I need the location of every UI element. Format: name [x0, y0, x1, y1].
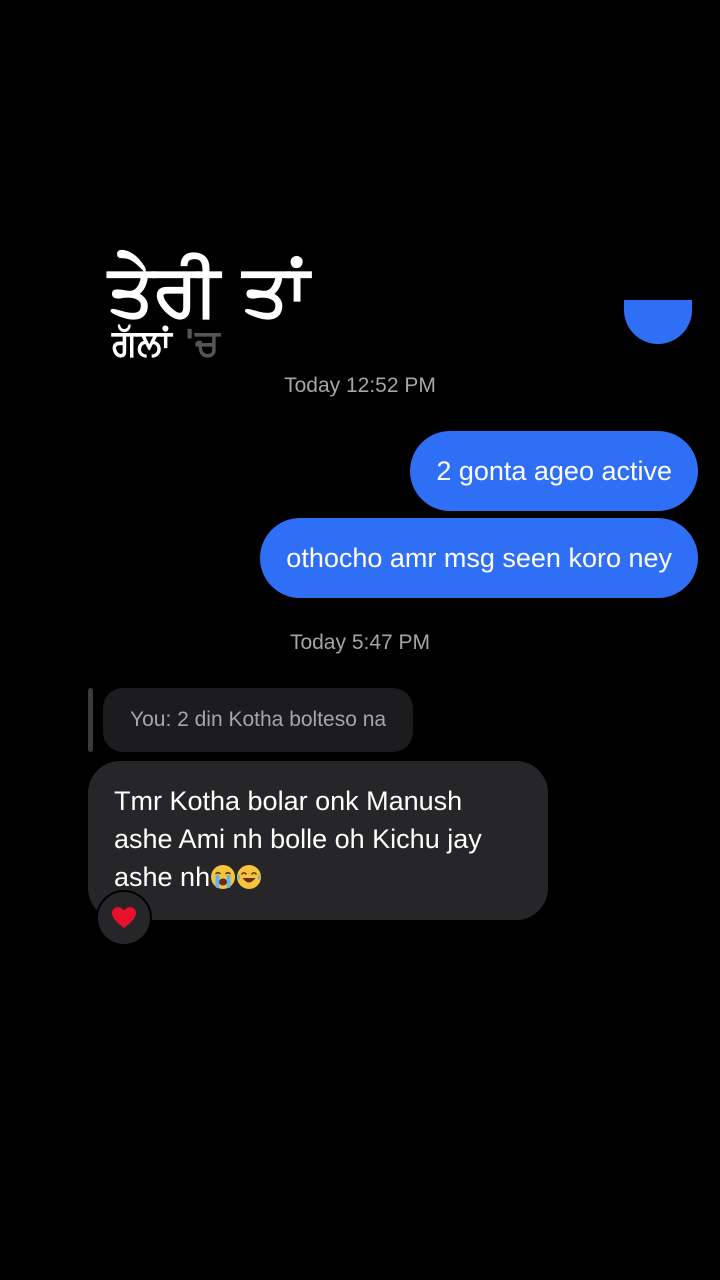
timestamp: Today 5:47 PM: [289, 631, 431, 654]
incoming-message[interactable]: Tmr Kotha bolar onk Manush ashe Ami nh b…: [88, 761, 548, 920]
loudly-crying-face-icon: [210, 862, 236, 900]
incoming-message-text: Tmr Kotha bolar onk Manush ashe Ami nh b…: [114, 786, 482, 892]
reaction-badge[interactable]: [96, 890, 152, 946]
reply-quote[interactable]: You: 2 din Kotha bolteso na: [103, 688, 414, 752]
heart-icon: [111, 906, 137, 930]
timestamp: Today 12:52 PM: [284, 374, 436, 397]
reply-indicator-bar: [88, 688, 93, 752]
outgoing-message[interactable]: othocho amr msg seen koro ney: [260, 518, 698, 598]
overlay-subtitle-dim: 'ਚ: [184, 323, 220, 364]
previous-message-bubble[interactable]: [624, 300, 692, 344]
overlay-subtitle: ਗੱਲਾਂ 'ਚ: [112, 322, 219, 366]
face-with-tears-of-joy-icon: [236, 862, 262, 900]
outgoing-message[interactable]: 2 gonta ageo active: [410, 431, 698, 511]
overlay-title: ਤੇਰੀ ਤਾਂ: [108, 248, 309, 332]
overlay-subtitle-main: ਗੱਲਾਂ: [112, 323, 172, 364]
